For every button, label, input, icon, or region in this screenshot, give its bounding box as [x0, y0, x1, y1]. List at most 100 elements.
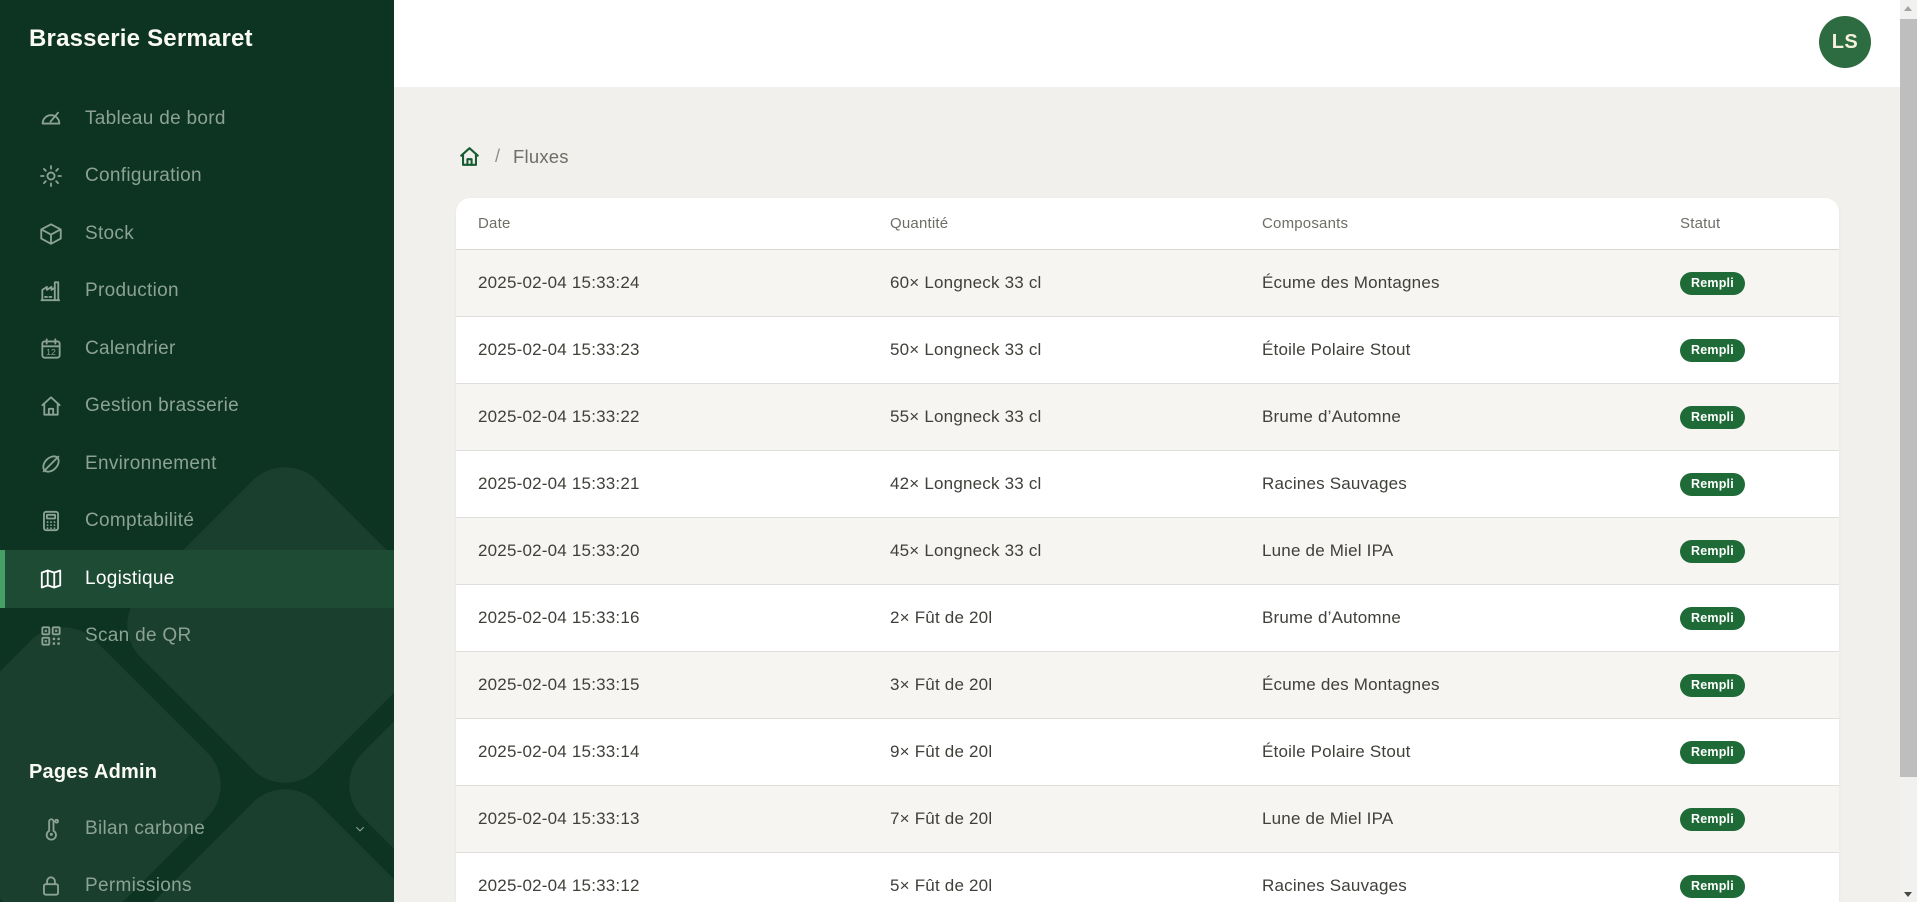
sidebar-nav: Tableau de bord Configuration Stock Prod… — [0, 90, 394, 665]
cell-component: Étoile Polaire Stout — [1262, 742, 1680, 762]
table-row: 2025-02-04 15:33:12 5× Fût de 20l Racine… — [456, 853, 1839, 902]
sidebar-item-scan-de-qr[interactable]: Scan de QR — [0, 608, 394, 666]
cell-status: Rempli — [1680, 607, 1817, 630]
cell-date: 2025-02-04 15:33:15 — [478, 675, 890, 695]
lock-icon — [38, 873, 64, 899]
cell-quantity: 9× Fût de 20l — [890, 742, 1262, 762]
table-row: 2025-02-04 15:33:14 9× Fût de 20l Étoile… — [456, 719, 1839, 786]
sidebar-item-tableau-de-bord[interactable]: Tableau de bord — [0, 90, 394, 148]
sidebar-item-production[interactable]: Production — [0, 263, 394, 321]
sidebar-item-stock[interactable]: Stock — [0, 205, 394, 263]
status-badge: Rempli — [1680, 473, 1745, 496]
main-content: / Fluxes Date Quantité Composants Statut… — [394, 87, 1900, 902]
table-row: 2025-02-04 15:33:23 50× Longneck 33 cl É… — [456, 317, 1839, 384]
table-body: 2025-02-04 15:33:24 60× Longneck 33 cl É… — [456, 250, 1839, 902]
cell-quantity: 50× Longneck 33 cl — [890, 340, 1262, 360]
svg-text:12: 12 — [46, 347, 56, 357]
table-row: 2025-02-04 15:33:22 55× Longneck 33 cl B… — [456, 384, 1839, 451]
status-badge: Rempli — [1680, 674, 1745, 697]
cell-status: Rempli — [1680, 674, 1817, 697]
gauge-icon — [38, 106, 64, 132]
admin-section-heading: Pages Admin — [29, 761, 394, 784]
gear-icon — [38, 163, 64, 189]
cell-component: Brume d’Automne — [1262, 407, 1680, 427]
sidebar-item-configuration[interactable]: Configuration — [0, 148, 394, 206]
table-column-status: Statut — [1680, 215, 1817, 232]
status-badge: Rempli — [1680, 741, 1745, 764]
cell-component: Racines Sauvages — [1262, 474, 1680, 494]
cell-status: Rempli — [1680, 272, 1817, 295]
status-badge: Rempli — [1680, 808, 1745, 831]
cell-date: 2025-02-04 15:33:12 — [478, 876, 890, 896]
factory-icon — [38, 278, 64, 304]
home-icon — [38, 393, 64, 419]
cell-status: Rempli — [1680, 875, 1817, 898]
sidebar-item-calendrier[interactable]: 12 Calendrier — [0, 320, 394, 378]
table-row: 2025-02-04 15:33:15 3× Fût de 20l Écume … — [456, 652, 1839, 719]
cell-status: Rempli — [1680, 406, 1817, 429]
status-badge: Rempli — [1680, 607, 1745, 630]
scrollbar-up-arrow-icon[interactable] — [1904, 6, 1912, 11]
cell-quantity: 42× Longneck 33 cl — [890, 474, 1262, 494]
sidebar-item-bilan-carbone[interactable]: Bilan carbone — [0, 800, 394, 858]
scrollbar — [1900, 0, 1917, 902]
scrollbar-thumb[interactable] — [1900, 19, 1917, 777]
table-header-row: Date Quantité Composants Statut — [456, 198, 1839, 250]
breadcrumb-current: Fluxes — [513, 146, 569, 168]
scrollbar-down-arrow-icon[interactable] — [1904, 892, 1912, 897]
cell-component: Étoile Polaire Stout — [1262, 340, 1680, 360]
sidebar-item-comptabilite[interactable]: Comptabilité — [0, 493, 394, 551]
sidebar-item-logistique[interactable]: Logistique — [0, 550, 394, 608]
status-badge: Rempli — [1680, 540, 1745, 563]
cell-status: Rempli — [1680, 540, 1817, 563]
flux-table-card: Date Quantité Composants Statut 2025-02-… — [456, 198, 1839, 902]
table-column-date: Date — [478, 215, 890, 232]
sidebar-admin-nav: Bilan carbone Permissions — [0, 800, 394, 902]
cell-status: Rempli — [1680, 473, 1817, 496]
breadcrumb-separator: / — [495, 146, 500, 167]
cell-date: 2025-02-04 15:33:13 — [478, 809, 890, 829]
sidebar: Brasserie Sermaret Tableau de bord Confi… — [0, 0, 394, 902]
sidebar-item-gestion-brasserie[interactable]: Gestion brasserie — [0, 378, 394, 436]
cell-date: 2025-02-04 15:33:21 — [478, 474, 890, 494]
thermometer-icon — [38, 816, 64, 842]
cell-quantity: 45× Longneck 33 cl — [890, 541, 1262, 561]
user-avatar[interactable]: LS — [1819, 16, 1871, 68]
table-column-components: Composants — [1262, 215, 1680, 232]
table-column-quantity: Quantité — [890, 215, 1262, 232]
package-icon — [38, 221, 64, 247]
cell-status: Rempli — [1680, 741, 1817, 764]
cell-date: 2025-02-04 15:33:22 — [478, 407, 890, 427]
table-row: 2025-02-04 15:33:21 42× Longneck 33 cl R… — [456, 451, 1839, 518]
cell-component: Brume d’Automne — [1262, 608, 1680, 628]
topbar: LS — [394, 0, 1900, 87]
app-title: Brasserie Sermaret — [0, 0, 394, 53]
cell-date: 2025-02-04 15:33:24 — [478, 273, 890, 293]
table-row: 2025-02-04 15:33:24 60× Longneck 33 cl É… — [456, 250, 1839, 317]
cell-component: Lune de Miel IPA — [1262, 541, 1680, 561]
sidebar-item-environnement[interactable]: Environnement — [0, 435, 394, 493]
calculator-icon — [38, 508, 64, 534]
cell-quantity: 5× Fût de 20l — [890, 876, 1262, 896]
leaf-icon — [38, 451, 64, 477]
home-icon[interactable] — [457, 144, 482, 169]
table-row: 2025-02-04 15:33:13 7× Fût de 20l Lune d… — [456, 786, 1839, 853]
status-badge: Rempli — [1680, 406, 1745, 429]
sidebar-item-permissions[interactable]: Permissions — [0, 858, 394, 902]
cell-component: Racines Sauvages — [1262, 876, 1680, 896]
cell-quantity: 60× Longneck 33 cl — [890, 273, 1262, 293]
breadcrumb: / Fluxes — [457, 144, 1900, 169]
map-icon — [38, 566, 64, 592]
cell-date: 2025-02-04 15:33:23 — [478, 340, 890, 360]
status-badge: Rempli — [1680, 272, 1745, 295]
status-badge: Rempli — [1680, 339, 1745, 362]
cell-status: Rempli — [1680, 808, 1817, 831]
table-row: 2025-02-04 15:33:16 2× Fût de 20l Brume … — [456, 585, 1839, 652]
cell-component: Écume des Montagnes — [1262, 273, 1680, 293]
cell-component: Lune de Miel IPA — [1262, 809, 1680, 829]
chevron-down-icon — [352, 821, 368, 837]
cell-quantity: 55× Longneck 33 cl — [890, 407, 1262, 427]
qr-code-icon — [38, 623, 64, 649]
status-badge: Rempli — [1680, 875, 1745, 898]
cell-date: 2025-02-04 15:33:16 — [478, 608, 890, 628]
